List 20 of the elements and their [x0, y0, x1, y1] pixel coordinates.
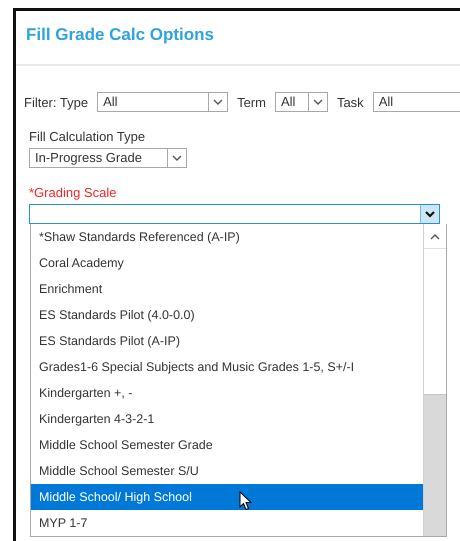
chevron-down-icon: [172, 154, 182, 162]
scrollbar[interactable]: [423, 224, 446, 536]
filter-type-label: Filter: Type: [24, 94, 88, 110]
fill-calculation-select[interactable]: In-Progress Grade: [29, 148, 187, 168]
term-select[interactable]: All: [274, 92, 328, 112]
type-select[interactable]: All: [97, 92, 228, 112]
chevron-down-icon: [213, 98, 224, 106]
task-select[interactable]: All: [372, 92, 460, 112]
scrollbar-thumb[interactable]: [424, 394, 446, 536]
grading-scale-label: *Grading Scale: [29, 185, 118, 200]
pointer-icon: [239, 491, 253, 511]
term-label: Term: [237, 94, 266, 110]
task-label: Task: [336, 94, 364, 110]
dropdown-option[interactable]: Middle School/ High School: [31, 484, 423, 510]
chevron-down-icon: [425, 210, 435, 218]
chevron-up-icon: [430, 232, 440, 240]
grading-scale-select[interactable]: [29, 204, 440, 224]
fill-calculation-label: Fill Calculation Type: [29, 129, 146, 144]
dialog-title: Fill Grade Calc Options: [26, 24, 214, 44]
chevron-down-icon: [312, 98, 323, 106]
